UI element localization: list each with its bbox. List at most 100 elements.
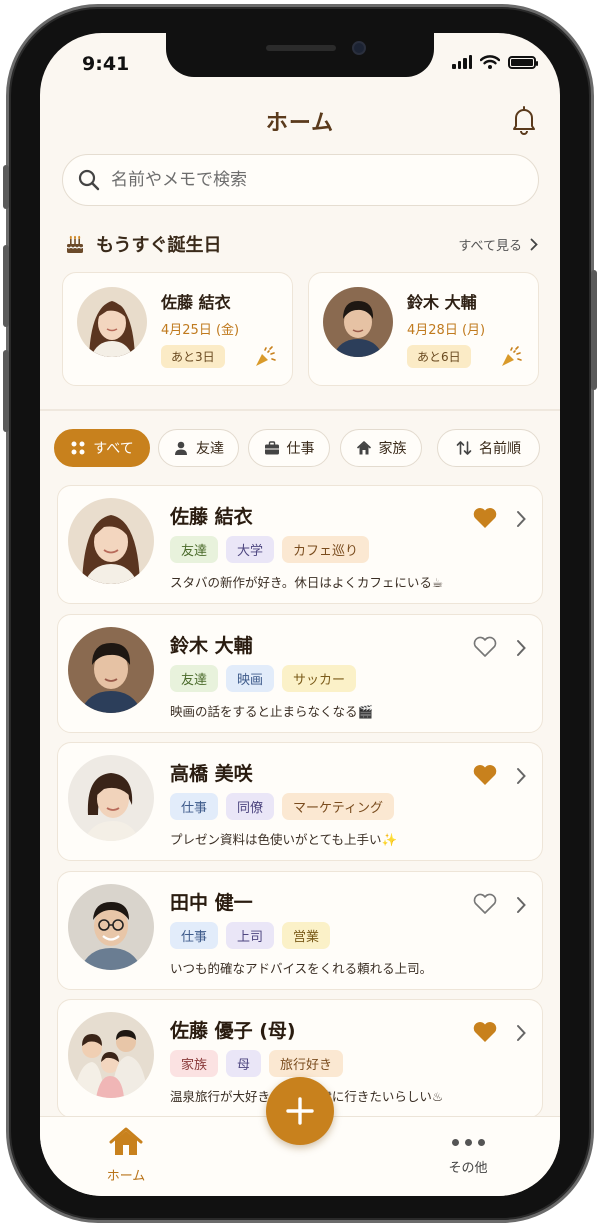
chevron-right-icon[interactable] bbox=[515, 510, 527, 528]
contact-name: 田中 健一 bbox=[170, 892, 253, 914]
contact-name: 鈴木 大輔 bbox=[170, 635, 253, 657]
birthday-name: 鈴木 大輔 bbox=[407, 293, 477, 312]
filter-label: すべて bbox=[93, 441, 134, 457]
contact-card[interactable]: 佐藤 結衣 友達 大学 カフェ巡り スタバの新作が好き。休日はよくカフェにいる☕ bbox=[57, 485, 543, 604]
notch bbox=[166, 33, 434, 77]
speaker bbox=[266, 45, 336, 51]
tab-home[interactable]: ホーム bbox=[96, 1127, 156, 1184]
briefcase-icon bbox=[264, 441, 279, 455]
chevron-right-icon[interactable] bbox=[515, 639, 527, 657]
side-button bbox=[591, 270, 597, 390]
filter-work[interactable]: 仕事 bbox=[248, 429, 330, 467]
tag: 営業 bbox=[282, 922, 331, 949]
birthday-date: 4月28日 (月) bbox=[407, 323, 486, 338]
see-all-label: すべて見る bbox=[458, 238, 522, 254]
heart-outline-icon[interactable] bbox=[472, 635, 498, 659]
contact-name: 佐藤 結衣 bbox=[170, 506, 253, 528]
tag: 友達 bbox=[170, 665, 219, 692]
tag: 仕事 bbox=[170, 922, 219, 949]
tag: 旅行好き bbox=[269, 1050, 344, 1077]
contact-name: 高橋 美咲 bbox=[170, 763, 253, 785]
party-popper-icon bbox=[256, 346, 276, 366]
search-input[interactable] bbox=[111, 170, 511, 190]
filter-all[interactable]: すべて bbox=[54, 429, 150, 467]
filter-label: 仕事 bbox=[286, 441, 315, 457]
contact-note: いつも的確なアドバイスをくれる頼れる上司。 bbox=[170, 961, 433, 976]
party-popper-icon bbox=[502, 346, 522, 366]
tag: サッカー bbox=[282, 665, 357, 692]
contact-note: 映画の話をすると止まらなくなる🎬 bbox=[170, 704, 374, 719]
heart-filled-icon[interactable] bbox=[472, 763, 498, 787]
tag: カフェ巡り bbox=[282, 536, 370, 563]
tag: 同僚 bbox=[226, 793, 275, 820]
tab-home-label: ホーム bbox=[106, 1169, 146, 1184]
heart-filled-icon[interactable] bbox=[472, 506, 498, 530]
side-button bbox=[3, 245, 9, 327]
birthday-card[interactable]: 佐藤 結衣 4月25日 (金) あと3日 bbox=[62, 272, 293, 386]
filter-label: 友達 bbox=[196, 441, 224, 457]
avatar bbox=[68, 1012, 154, 1098]
avatar bbox=[323, 287, 393, 357]
avatar bbox=[68, 627, 154, 713]
birthday-card[interactable]: 鈴木 大輔 4月28日 (月) あと6日 bbox=[308, 272, 539, 386]
countdown-badge: あと6日 bbox=[407, 345, 471, 368]
avatar bbox=[68, 755, 154, 841]
avatar bbox=[68, 884, 154, 970]
screen: 9:41 ホーム もうすぐ誕生日 すべて見る bbox=[40, 33, 560, 1196]
tag-list: 家族 母 旅行好き bbox=[170, 1050, 344, 1077]
birthday-section-header: もうすぐ誕生日 すべて見る bbox=[64, 231, 538, 257]
see-all-link[interactable]: すべて見る bbox=[458, 235, 538, 254]
search-icon bbox=[78, 169, 100, 191]
tag: 仕事 bbox=[170, 793, 219, 820]
chevron-right-icon bbox=[530, 238, 538, 250]
tag: 母 bbox=[226, 1050, 262, 1077]
tag-list: 友達 大学 カフェ巡り bbox=[170, 536, 370, 563]
plus-icon bbox=[286, 1097, 314, 1125]
add-contact-button[interactable] bbox=[266, 1077, 334, 1145]
filter-family[interactable]: 家族 bbox=[340, 429, 422, 467]
divider bbox=[40, 409, 560, 411]
contact-name: 佐藤 優子 (母) bbox=[170, 1020, 296, 1042]
home-icon bbox=[109, 1127, 143, 1155]
countdown-badge: あと3日 bbox=[161, 345, 225, 368]
filter-label: 名前順 bbox=[479, 441, 521, 457]
more-icon bbox=[438, 1131, 498, 1153]
page-title: ホーム bbox=[265, 111, 335, 136]
chevron-right-icon[interactable] bbox=[515, 896, 527, 914]
bell-icon[interactable] bbox=[510, 105, 538, 135]
birthday-date: 4月25日 (金) bbox=[161, 323, 240, 338]
house-icon bbox=[356, 441, 371, 455]
birthday-name: 佐藤 結衣 bbox=[161, 293, 231, 312]
sort-by-name[interactable]: 名前順 bbox=[437, 429, 540, 467]
tag-list: 仕事 上司 営業 bbox=[170, 922, 331, 949]
tag: マーケティング bbox=[282, 793, 394, 820]
heart-filled-icon[interactable] bbox=[472, 1020, 498, 1044]
signal-icon bbox=[452, 55, 472, 69]
section-title: もうすぐ誕生日 bbox=[96, 235, 222, 256]
heart-outline-icon[interactable] bbox=[472, 892, 498, 916]
grid-icon bbox=[71, 441, 85, 455]
chevron-right-icon[interactable] bbox=[515, 767, 527, 785]
avatar bbox=[77, 287, 147, 357]
tag-list: 仕事 同僚 マーケティング bbox=[170, 793, 394, 820]
filter-label: 家族 bbox=[378, 441, 407, 457]
contact-card[interactable]: 鈴木 大輔 友達 映画 サッカー 映画の話をすると止まらなくなる🎬 bbox=[57, 614, 543, 733]
battery-icon bbox=[508, 55, 538, 69]
side-button bbox=[3, 350, 9, 432]
contact-note: スタバの新作が好き。休日はよくカフェにいる☕ bbox=[170, 575, 444, 590]
tag: 友達 bbox=[170, 536, 219, 563]
cake-icon bbox=[66, 235, 84, 253]
status-time: 9:41 bbox=[82, 53, 130, 75]
tab-more[interactable]: その他 bbox=[438, 1131, 498, 1176]
filter-friends[interactable]: 友達 bbox=[158, 429, 239, 467]
camera bbox=[352, 41, 366, 55]
chevron-right-icon[interactable] bbox=[515, 1024, 527, 1042]
contact-note: プレゼン資料は色使いがとても上手い✨ bbox=[170, 832, 398, 847]
contact-card[interactable]: 高橋 美咲 仕事 同僚 マーケティング プレゼン資料は色使いがとても上手い✨ bbox=[57, 742, 543, 861]
tag: 大学 bbox=[226, 536, 275, 563]
tag: 上司 bbox=[226, 922, 275, 949]
avatar bbox=[68, 498, 154, 584]
tab-more-label: その他 bbox=[448, 1161, 488, 1176]
search-bar[interactable] bbox=[62, 154, 539, 206]
contact-card[interactable]: 田中 健一 仕事 上司 営業 いつも的確なアドバイスをくれる頼れる上司。 bbox=[57, 871, 543, 990]
